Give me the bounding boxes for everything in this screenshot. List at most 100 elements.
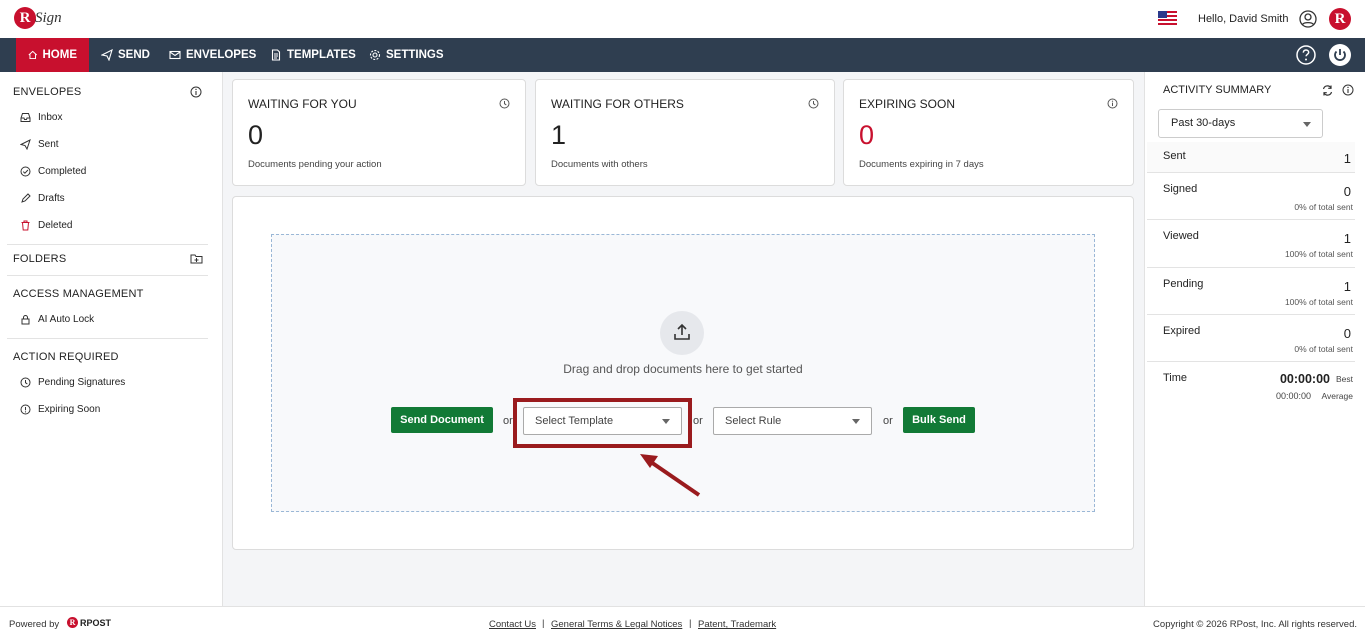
time-average-value: 00:00:00 [1275, 391, 1311, 401]
stat-sent: Sent 1 [1147, 142, 1355, 173]
power-icon[interactable] [1328, 43, 1352, 67]
nav-envelopes-label: ENVELOPES [186, 49, 257, 61]
sidebar-item-label: Expiring Soon [38, 404, 101, 415]
sidebar-item-inbox[interactable]: Inbox [20, 112, 62, 123]
stat-value: 1 [1343, 151, 1351, 166]
sidebar-item-expiring-soon[interactable]: Expiring Soon [20, 404, 100, 415]
copyright-text: Copyright © 2026 RPost, Inc. All rights … [1153, 619, 1357, 630]
period-select[interactable]: Past 30-days [1158, 109, 1323, 138]
or-label: or [693, 415, 703, 427]
clock-icon [499, 98, 510, 109]
nav-templates[interactable]: TEMPLATES [270, 38, 356, 72]
nav-send-label: SEND [118, 49, 150, 61]
stat-label: Signed [1163, 183, 1198, 195]
envelope-icon [169, 50, 181, 60]
card-expiring-soon[interactable]: EXPIRING SOON 0 Documents expiring in 7 … [843, 79, 1134, 186]
footer-link-patent[interactable]: Patent, Trademark [698, 619, 776, 630]
card-subtitle: Documents pending your action [248, 159, 382, 170]
stat-value: 0 [1343, 184, 1351, 199]
stat-percent: 0% of total sent [1294, 202, 1353, 212]
check-circle-icon [20, 166, 31, 177]
envelopes-heading: ENVELOPES [13, 86, 82, 98]
footer-link-contact-us[interactable]: Contact Us [489, 619, 536, 630]
sidebar-item-ai-auto-lock[interactable]: AI Auto Lock [20, 314, 94, 325]
bulk-send-button[interactable]: Bulk Send [903, 407, 975, 433]
sidebar-item-label: AI Auto Lock [38, 314, 95, 325]
or-label: or [503, 415, 513, 427]
stat-time: Time 00:00:00 Best 00:00:00 Average [1147, 362, 1355, 404]
drop-instructions: Drag and drop documents here to get star… [563, 362, 803, 376]
action-required-heading: ACTION REQUIRED [13, 351, 119, 363]
help-icon[interactable] [1295, 44, 1317, 66]
stat-signed: Signed 0 0% of total sent [1147, 173, 1355, 220]
card-value: 0 [859, 120, 875, 150]
card-title: WAITING FOR YOU [248, 97, 357, 111]
gear-icon [369, 49, 381, 61]
sidebar-item-deleted[interactable]: Deleted [20, 220, 72, 231]
access-management-heading: ACCESS MANAGEMENT [13, 288, 144, 300]
add-folder-icon[interactable] [190, 253, 203, 265]
card-title: WAITING FOR OTHERS [551, 97, 684, 111]
rpost-logo[interactable]: R RPOST [67, 617, 111, 628]
nav-home[interactable]: HOME [16, 38, 89, 72]
sidebar-item-label: Deleted [38, 220, 73, 231]
folders-heading: FOLDERS [13, 253, 67, 265]
user-profile-icon[interactable] [1299, 10, 1317, 28]
clock-icon [808, 98, 819, 109]
rsign-logo[interactable]: R Sign [14, 6, 66, 34]
left-sidebar: ENVELOPES Inbox Sent Completed Drafts De… [0, 72, 223, 606]
stat-percent: 0% of total sent [1294, 344, 1353, 354]
sidebar-item-label: Drafts [38, 193, 65, 204]
sidebar-item-sent[interactable]: Sent [20, 139, 59, 150]
send-icon [20, 139, 31, 150]
sidebar-item-drafts[interactable]: Drafts [20, 193, 65, 204]
refresh-icon[interactable] [1321, 84, 1334, 97]
nav-templates-label: TEMPLATES [287, 49, 356, 61]
card-waiting-for-you[interactable]: WAITING FOR YOU 0 Documents pending your… [232, 79, 526, 186]
divider [7, 244, 208, 245]
footer: Powered by R RPOST Contact Us | General … [0, 606, 1365, 640]
upload-icon[interactable] [660, 311, 704, 355]
stat-value: 1 [1343, 279, 1351, 294]
divider [7, 338, 208, 339]
select-rule-placeholder: Select Rule [725, 415, 782, 427]
select-rule-dropdown[interactable]: Select Rule [713, 407, 872, 435]
card-subtitle: Documents expiring in 7 days [859, 159, 984, 170]
send-document-button[interactable]: Send Document [391, 407, 493, 433]
activity-summary-panel: ACTIVITY SUMMARY Past 30-days Sent 1 Sig… [1144, 72, 1365, 606]
us-flag-icon[interactable] [1158, 11, 1177, 25]
nav-send[interactable]: SEND [101, 38, 150, 72]
inbox-icon [20, 113, 31, 122]
stat-label: Expired [1163, 325, 1201, 337]
top-bar: R Sign Hello, David Smith R [0, 0, 1365, 38]
stat-viewed: Viewed 1 100% of total sent [1147, 220, 1355, 268]
sidebar-item-label: Inbox [38, 112, 63, 123]
time-average-label: Average [1321, 391, 1353, 401]
stat-label: Pending [1163, 278, 1204, 290]
lock-icon [21, 315, 30, 325]
footer-link-terms[interactable]: General Terms & Legal Notices [551, 619, 682, 630]
main-nav: HOME SEND ENVELOPES TEMPLATES SETTINGS [0, 38, 1365, 72]
highlight-box [513, 398, 692, 448]
nav-settings[interactable]: SETTINGS [369, 38, 444, 72]
sidebar-item-completed[interactable]: Completed [20, 166, 86, 177]
stat-pending: Pending 1 100% of total sent [1147, 268, 1355, 315]
rpost-logo-text: RPOST [80, 617, 112, 628]
nav-envelopes[interactable]: ENVELOPES [169, 38, 256, 72]
sidebar-item-pending-signatures[interactable]: Pending Signatures [20, 377, 125, 388]
stat-percent: 100% of total sent [1284, 297, 1353, 307]
stat-percent: 100% of total sent [1284, 249, 1353, 259]
info-icon[interactable] [1342, 84, 1354, 96]
sidebar-item-label: Pending Signatures [38, 377, 126, 388]
powered-by-label: Powered by [9, 619, 60, 630]
footer-separator: | [689, 618, 692, 629]
footer-separator: | [542, 618, 545, 629]
info-icon[interactable] [190, 86, 202, 98]
or-label: or [883, 415, 893, 427]
sidebar-item-label: Sent [38, 139, 59, 150]
card-value: 0 [248, 120, 264, 150]
annotation-arrow-icon [640, 454, 701, 497]
rpost-badge-icon[interactable]: R [1329, 8, 1351, 30]
card-waiting-for-others[interactable]: WAITING FOR OTHERS 1 Documents with othe… [535, 79, 835, 186]
nav-settings-label: SETTINGS [386, 49, 444, 61]
